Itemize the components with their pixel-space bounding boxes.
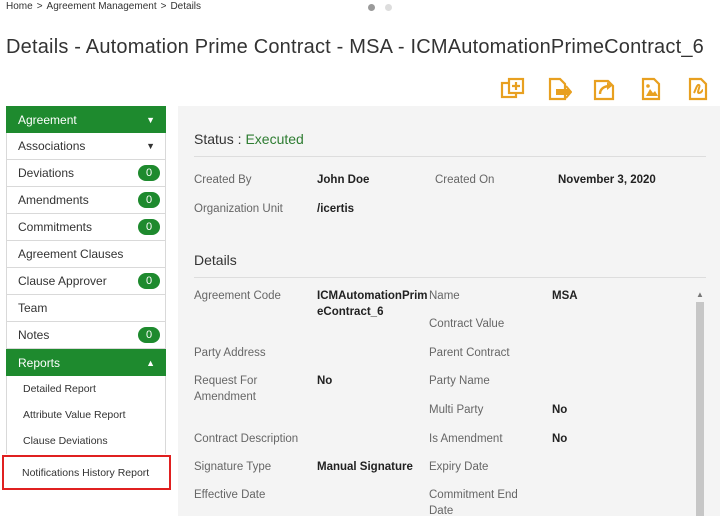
contract-value-label: Contract Value bbox=[429, 318, 505, 330]
carousel-dot[interactable] bbox=[385, 4, 392, 11]
report-clause-deviations[interactable]: Clause Deviations bbox=[6, 428, 166, 454]
agreement-code-value-line2: eContract_6 bbox=[317, 306, 384, 318]
details-heading: Details bbox=[194, 252, 237, 268]
details-scrollbar[interactable]: ▲ bbox=[694, 290, 706, 516]
details-panel: Status : Executed Created By John Doe Cre… bbox=[178, 106, 720, 516]
caret-down-icon: ▼ bbox=[146, 114, 155, 125]
report-notifications-history[interactable]: Notifications History Report bbox=[2, 455, 171, 490]
scrollbar-thumb[interactable] bbox=[696, 302, 704, 516]
sidebar-item-reports[interactable]: Reports ▲ bbox=[6, 349, 166, 376]
sidebar-item-team[interactable]: Team bbox=[6, 295, 166, 322]
created-by-label: Created By bbox=[194, 174, 252, 186]
commitment-end-label-line2: Date bbox=[429, 505, 454, 516]
breadcrumb-separator: > bbox=[36, 1, 43, 12]
commitment-end-label-line1: Commitment End bbox=[429, 489, 518, 501]
sidebar-item-label: Agreement bbox=[18, 112, 77, 127]
divider bbox=[194, 277, 706, 278]
breadcrumb-agreement-management[interactable]: Agreement Management bbox=[47, 1, 157, 12]
signature-type-value: Manual Signature bbox=[317, 461, 413, 473]
sidebar-item-label: Commitments bbox=[18, 220, 93, 234]
created-on-label: Created On bbox=[435, 174, 495, 186]
sidebar-item-clause-approver[interactable]: Clause Approver 0 bbox=[6, 268, 166, 295]
sidebar-item-label: Notes bbox=[18, 328, 50, 342]
sidebar-item-notes[interactable]: Notes 0 bbox=[6, 322, 166, 349]
caret-up-icon: ▲ bbox=[146, 357, 155, 368]
status-label: Status : bbox=[194, 131, 242, 147]
count-badge: 0 bbox=[138, 192, 160, 208]
status-value: Executed bbox=[245, 131, 304, 147]
created-by-value: John Doe bbox=[317, 174, 370, 186]
image-icon[interactable] bbox=[638, 77, 664, 101]
count-badge: 0 bbox=[138, 219, 160, 235]
org-unit-value: /icertis bbox=[317, 203, 355, 215]
page-title: Details - Automation Prime Contract - MS… bbox=[6, 36, 704, 58]
multi-party-value: No bbox=[552, 404, 568, 416]
copy-agreement-icon[interactable] bbox=[500, 77, 526, 101]
sidebar-item-label: Deviations bbox=[18, 166, 75, 180]
multi-party-label: Multi Party bbox=[429, 404, 484, 416]
count-badge: 0 bbox=[138, 273, 160, 289]
name-label: Name bbox=[429, 290, 460, 302]
request-amendment-label-line1: Request For bbox=[194, 375, 258, 387]
is-amendment-value: No bbox=[552, 433, 568, 445]
expiry-date-label: Expiry Date bbox=[429, 461, 489, 473]
sidebar-item-deviations[interactable]: Deviations 0 bbox=[6, 160, 166, 187]
agreement-code-label: Agreement Code bbox=[194, 290, 281, 302]
request-amendment-value: No bbox=[317, 375, 333, 387]
sidebar-item-agreement-clauses[interactable]: Agreement Clauses bbox=[6, 241, 166, 268]
party-address-label: Party Address bbox=[194, 347, 266, 359]
sidebar: Agreement ▼ Associations ▼ Deviations 0 … bbox=[2, 106, 171, 490]
party-name-label: Party Name bbox=[429, 375, 490, 387]
carousel-indicator bbox=[368, 4, 392, 11]
sidebar-item-label: Amendments bbox=[18, 193, 89, 207]
divider bbox=[194, 156, 706, 157]
report-attribute-value[interactable]: Attribute Value Report bbox=[6, 402, 166, 428]
carousel-dot-active[interactable] bbox=[368, 4, 375, 11]
export-document-icon[interactable] bbox=[546, 77, 572, 101]
sidebar-item-label: Agreement Clauses bbox=[18, 247, 124, 261]
action-toolbar bbox=[500, 77, 710, 101]
status-line: Status : Executed bbox=[194, 131, 304, 147]
report-detailed[interactable]: Detailed Report bbox=[6, 376, 166, 402]
parent-contract-label: Parent Contract bbox=[429, 347, 510, 359]
org-unit-label: Organization Unit bbox=[194, 203, 283, 215]
signature-type-label: Signature Type bbox=[194, 461, 272, 473]
created-on-value: November 3, 2020 bbox=[558, 174, 656, 186]
name-value: MSA bbox=[552, 290, 578, 302]
sidebar-item-associations[interactable]: Associations ▼ bbox=[6, 133, 166, 160]
scroll-up-icon[interactable]: ▲ bbox=[696, 290, 704, 299]
count-badge: 0 bbox=[138, 165, 160, 181]
count-badge: 0 bbox=[138, 327, 160, 343]
caret-down-icon: ▼ bbox=[146, 141, 155, 151]
is-amendment-label: Is Amendment bbox=[429, 433, 503, 445]
contract-description-label: Contract Description bbox=[194, 433, 299, 445]
breadcrumb-home[interactable]: Home bbox=[6, 1, 33, 12]
breadcrumb-details: Details bbox=[170, 1, 202, 12]
effective-date-label: Effective Date bbox=[194, 489, 266, 501]
sign-document-icon[interactable] bbox=[684, 77, 710, 101]
sidebar-item-label: Clause Approver bbox=[18, 274, 107, 288]
share-icon[interactable] bbox=[592, 77, 618, 101]
breadcrumb-separator: > bbox=[160, 1, 167, 12]
agreement-code-value-line1: ICMAutomationPrim bbox=[317, 290, 428, 302]
sidebar-item-label: Associations bbox=[18, 139, 86, 153]
sidebar-item-commitments[interactable]: Commitments 0 bbox=[6, 214, 166, 241]
sidebar-item-label: Reports bbox=[18, 355, 61, 370]
sidebar-item-amendments[interactable]: Amendments 0 bbox=[6, 187, 166, 214]
breadcrumb: Home > Agreement Management > Details bbox=[6, 1, 205, 12]
sidebar-item-agreement[interactable]: Agreement ▼ bbox=[6, 106, 166, 133]
sidebar-item-label: Team bbox=[18, 301, 48, 315]
request-amendment-label-line2: Amendment bbox=[194, 391, 257, 403]
